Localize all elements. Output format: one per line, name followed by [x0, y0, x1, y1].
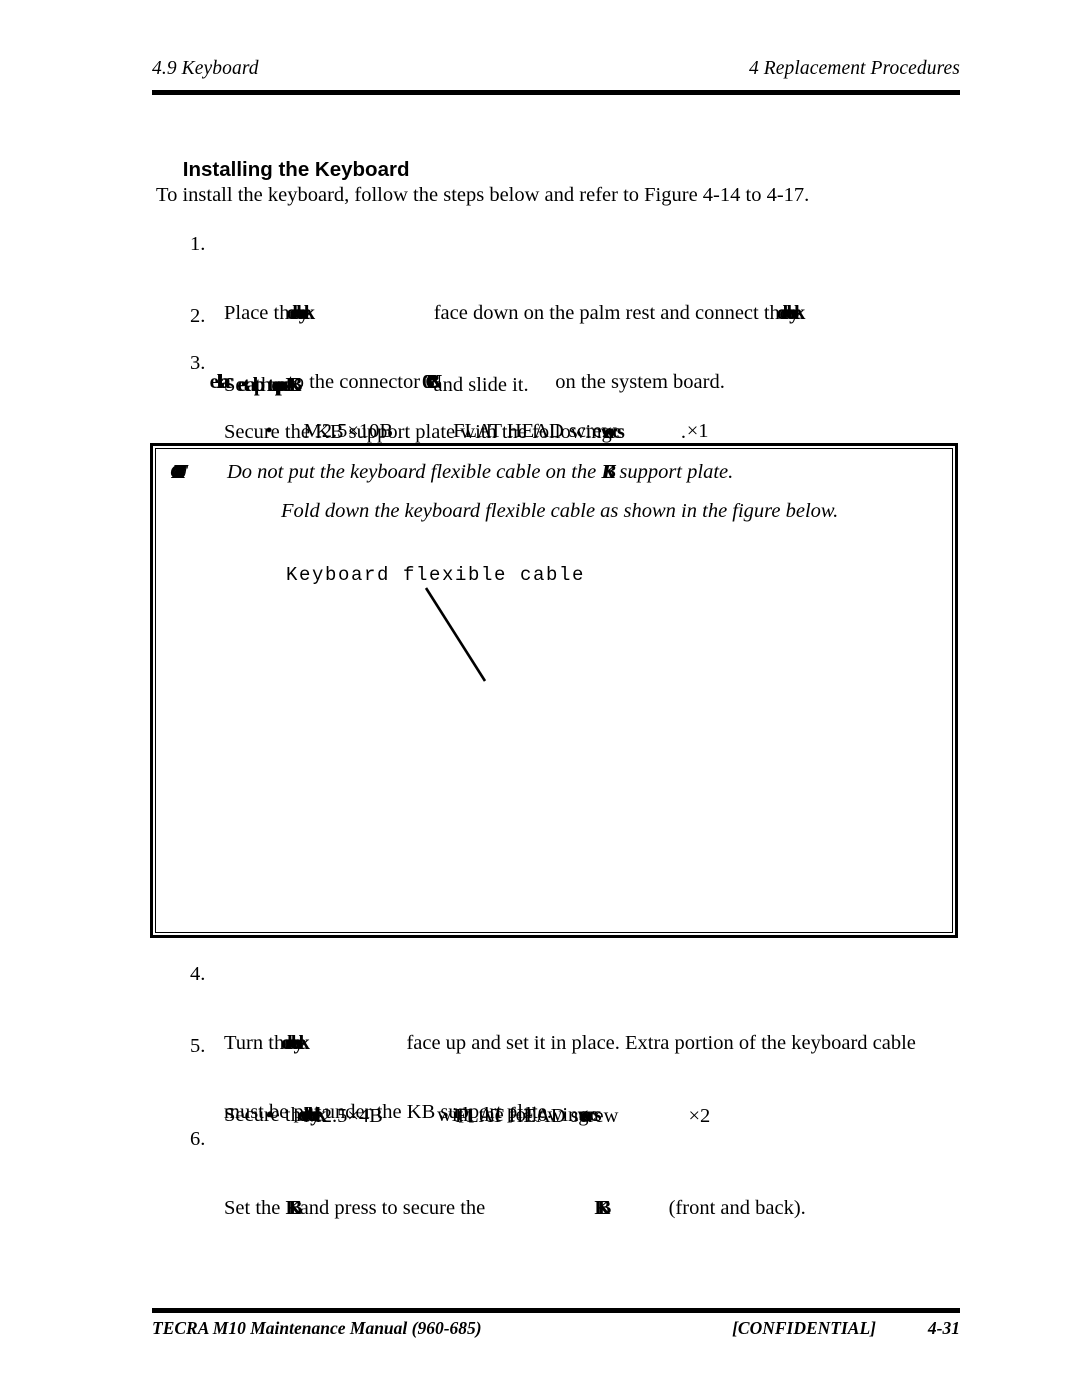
footer-page-number: 4-31 — [927, 1318, 960, 1338]
footer-manual-title: TECRA M10 Maintenance Manual (960-685) — [152, 1318, 482, 1338]
header-rule — [152, 90, 960, 95]
bullet-1-spec: M2.5×10B — [303, 420, 394, 442]
caution-box: CAUTION:Do not put the keyboard flexible… — [150, 443, 958, 938]
step-number-1: 1. — [190, 233, 206, 255]
step-6-text-b: and press to secure the — [299, 1197, 491, 1219]
step-number-6: 6. — [190, 1128, 206, 1150]
header-section-label: 4.9 Keyboard — [152, 58, 259, 79]
step-number-2: 2. — [190, 305, 206, 327]
step-item-6: 6. Set the KB and press to secure the KB(… — [190, 1128, 806, 1266]
step-6-glyph-kb-2: KB — [594, 1197, 612, 1219]
step-6-text-a: Set the — [224, 1197, 286, 1219]
document-page: 4.9 Keyboard 4 Replacement Procedures In… — [0, 0, 1080, 1397]
bullet-dot-icon-2: • — [265, 1105, 273, 1127]
step-text-6: Set the KB and press to secure the KB (fro… — [224, 1197, 806, 1220]
page-footer: TECRA M10 Maintenance Manual (960-685) [… — [152, 1318, 960, 1339]
bullet-dot-icon: • — [265, 420, 273, 442]
caution-line-1-tail: support plate. — [619, 461, 734, 483]
step-number-3: 3. — [190, 352, 206, 374]
step-number-4: 4. — [190, 963, 206, 985]
caution-glyph-kb: KB — [601, 461, 615, 483]
caution-line-2: Fold down the keyboard flexible cable as… — [281, 500, 839, 522]
header-chapter-label: 4 Replacement Procedures — [748, 58, 960, 79]
page-header: 4.9 Keyboard 4 Replacement Procedures — [152, 58, 960, 80]
step-6-text-c: (front and back). — [668, 1197, 806, 1219]
bullet-1-kind: FLAT HEAD screw — [453, 420, 617, 442]
caution-line-1: CAUTION:Do not put the keyboard flexible… — [171, 461, 733, 484]
bullet-2-qty: ×2 — [688, 1105, 711, 1127]
bullet-2-kind: FLAT HEAD screw — [454, 1105, 619, 1127]
footer-confidential-label: [CONFIDENTIAL] — [732, 1318, 876, 1338]
intro-paragraph: To install the keyboard, follow the step… — [156, 184, 810, 206]
footer-rule — [152, 1308, 960, 1313]
figure-label-keyboard-flexible-cable: Keyboard flexible cable — [286, 564, 586, 586]
step-number-5: 5. — [190, 1035, 206, 1057]
bullet-2-spec: M2.5×4B — [303, 1105, 383, 1127]
step-6-glyph-kb: KB — [285, 1197, 304, 1219]
caution-line-1-text: Do not put the keyboard flexible cable o… — [227, 461, 602, 483]
page-title-text: Installing the Keyboard — [182, 158, 410, 181]
bullet-1-qty: ×1 — [686, 420, 709, 442]
